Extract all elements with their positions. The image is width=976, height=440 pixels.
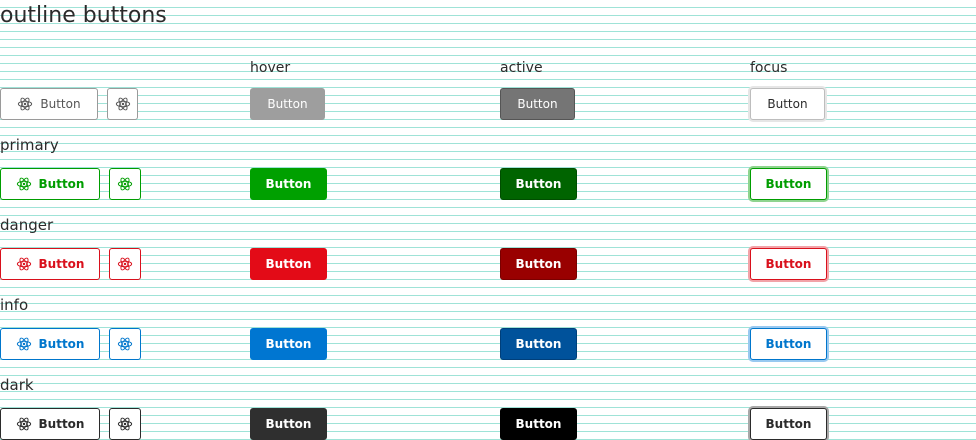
button-label: Button <box>515 337 562 351</box>
primary-hover-button[interactable]: Button <box>250 168 327 200</box>
column-header-focus: focus <box>750 60 788 76</box>
section-label-dark: dark <box>0 376 34 394</box>
button-label: Button <box>765 177 812 191</box>
primary-outline-button[interactable]: Button <box>0 168 100 200</box>
atom-icon <box>16 176 32 192</box>
button-label: Button <box>267 97 308 111</box>
button-label: Button <box>38 417 85 431</box>
default-outline-button[interactable]: Button <box>0 88 98 120</box>
info-outline-button[interactable]: Button <box>0 328 100 360</box>
button-label: Button <box>265 257 312 271</box>
button-label: Button <box>515 257 562 271</box>
atom-icon <box>16 256 32 272</box>
dark-hover-button[interactable]: Button <box>250 408 327 440</box>
button-label: Button <box>517 97 558 111</box>
danger-outline-button[interactable]: Button <box>0 248 100 280</box>
atom-icon <box>16 336 32 352</box>
info-active-button[interactable]: Button <box>500 328 577 360</box>
atom-icon <box>16 416 32 432</box>
default-active-button[interactable]: Button <box>500 88 575 120</box>
danger-active-button[interactable]: Button <box>500 248 577 280</box>
column-header-hover: hover <box>250 60 291 76</box>
default-focus-button[interactable]: Button <box>750 88 825 120</box>
column-header-active: active <box>500 60 543 76</box>
button-label: Button <box>765 337 812 351</box>
atom-icon <box>117 416 133 432</box>
default-outline-icon-button[interactable] <box>107 88 138 120</box>
atom-icon <box>17 96 33 112</box>
primary-focus-button[interactable]: Button <box>750 168 827 200</box>
default-hover-button[interactable]: Button <box>250 88 325 120</box>
section-label-info: info <box>0 296 29 314</box>
button-label: Button <box>265 337 312 351</box>
primary-active-button[interactable]: Button <box>500 168 577 200</box>
button-label: Button <box>765 417 812 431</box>
atom-icon <box>117 336 133 352</box>
atom-icon <box>117 176 133 192</box>
button-label: Button <box>765 257 812 271</box>
dark-outline-icon-button[interactable] <box>109 408 141 440</box>
dark-focus-button[interactable]: Button <box>750 408 827 440</box>
danger-focus-button[interactable]: Button <box>750 248 827 280</box>
section-label-primary: primary <box>0 136 59 154</box>
button-label: Button <box>38 177 85 191</box>
button-label: Button <box>40 97 81 111</box>
button-label: Button <box>38 257 85 271</box>
atom-icon <box>117 256 133 272</box>
button-label: Button <box>265 177 312 191</box>
info-focus-button[interactable]: Button <box>750 328 827 360</box>
atom-icon <box>115 96 131 112</box>
danger-outline-icon-button[interactable] <box>109 248 141 280</box>
info-hover-button[interactable]: Button <box>250 328 327 360</box>
button-label: Button <box>767 97 808 111</box>
page-title: outline buttons <box>0 3 167 28</box>
info-outline-icon-button[interactable] <box>109 328 141 360</box>
danger-hover-button[interactable]: Button <box>250 248 327 280</box>
button-label: Button <box>38 337 85 351</box>
dark-active-button[interactable]: Button <box>500 408 577 440</box>
button-label: Button <box>515 177 562 191</box>
primary-outline-icon-button[interactable] <box>109 168 141 200</box>
dark-outline-button[interactable]: Button <box>0 408 100 440</box>
button-label: Button <box>265 417 312 431</box>
section-label-danger: danger <box>0 216 54 234</box>
button-label: Button <box>515 417 562 431</box>
